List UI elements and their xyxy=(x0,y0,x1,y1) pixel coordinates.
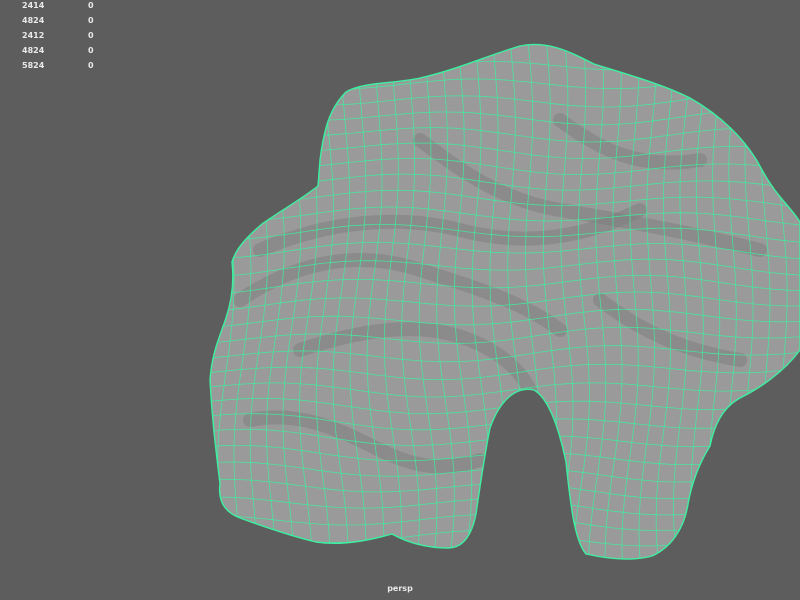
viewport-perspective[interactable]: 2414 0 4824 0 2412 0 4824 0 5824 0 persp xyxy=(0,0,800,600)
mesh-edge xyxy=(190,20,800,40)
mesh-edge xyxy=(190,564,800,579)
mesh-edge xyxy=(210,546,800,560)
wireframe-mesh[interactable] xyxy=(0,0,800,600)
mesh-edge xyxy=(210,44,218,560)
mesh-edge xyxy=(183,30,200,574)
camera-label: persp xyxy=(387,584,413,593)
